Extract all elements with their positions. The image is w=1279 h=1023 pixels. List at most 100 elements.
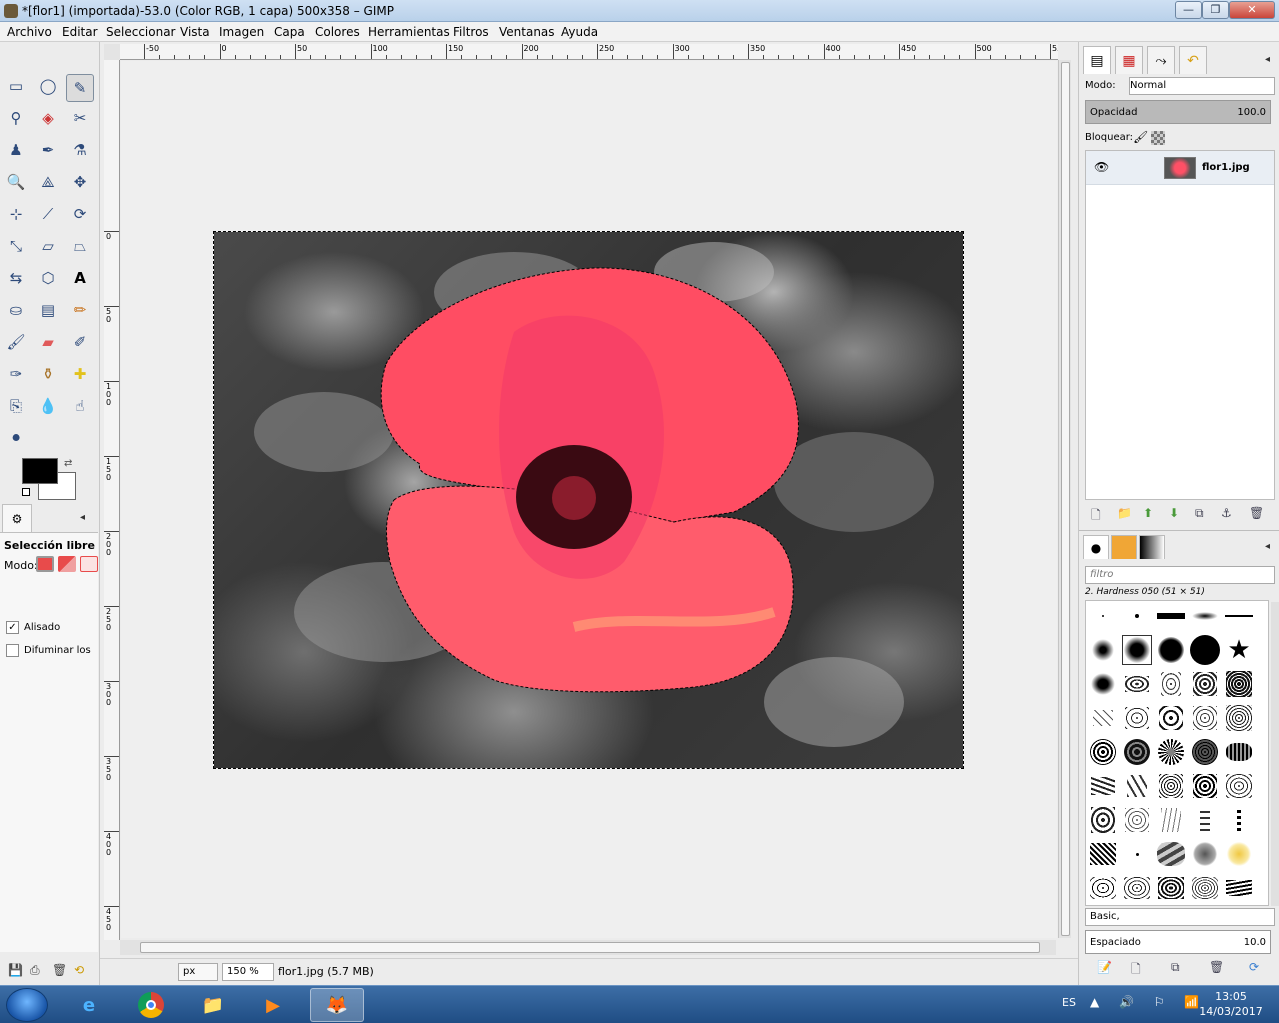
zoom-tool-icon[interactable]: 🔍	[4, 170, 28, 194]
perspective-tool-icon[interactable]: ⏢	[68, 234, 92, 258]
brush-item[interactable]	[1156, 873, 1186, 903]
gimp-taskbar-icon[interactable]: 🦊	[310, 988, 364, 1022]
close-button[interactable]: ✕	[1229, 1, 1275, 19]
gradients-tab-icon[interactable]	[1139, 535, 1165, 559]
delete-layer-icon[interactable]: 🗑	[1249, 506, 1264, 520]
mode-replace-icon[interactable]	[36, 556, 54, 572]
tool-options-menu-icon[interactable]: ◂	[80, 512, 85, 523]
brush-item[interactable]	[1156, 805, 1186, 835]
move-tool-icon[interactable]: ✥	[68, 170, 92, 194]
menu-seleccionar[interactable]: Seleccionar	[106, 25, 175, 39]
minimize-button[interactable]: —	[1175, 1, 1202, 19]
maximize-button[interactable]: ❐	[1202, 1, 1229, 19]
menu-ayuda[interactable]: Ayuda	[561, 25, 598, 39]
brush-item[interactable]	[1122, 703, 1152, 733]
file-explorer-icon[interactable]: 📁	[186, 988, 240, 1022]
edit-brush-icon[interactable]: 📝	[1097, 960, 1112, 974]
mode-subtract-icon[interactable]	[80, 556, 98, 572]
image-canvas[interactable]	[121, 61, 1057, 938]
text-tool-icon[interactable]: A	[68, 266, 92, 290]
brush-item[interactable]	[1088, 601, 1118, 631]
brush-item[interactable]	[1088, 805, 1118, 835]
brush-item[interactable]	[1224, 703, 1254, 733]
zoom-select[interactable]: 150 %	[222, 963, 274, 981]
menu-ventanas[interactable]: Ventanas	[499, 25, 555, 39]
paths-tool-icon[interactable]: ✒	[36, 138, 60, 162]
brush-item-selected[interactable]	[1122, 635, 1152, 665]
menu-capa[interactable]: Capa	[274, 25, 305, 39]
lock-pixels-icon[interactable]: 🖌	[1133, 130, 1148, 144]
brush-item[interactable]	[1190, 635, 1220, 665]
perspective-clone-tool-icon[interactable]: ⎘	[4, 394, 28, 418]
brush-item[interactable]	[1190, 737, 1220, 767]
delete-options-icon[interactable]: 🗑	[52, 963, 67, 977]
layer-name[interactable]: flor1.jpg	[1202, 162, 1250, 173]
menu-archivo[interactable]: Archivo	[7, 25, 52, 39]
vertical-ruler[interactable]: 0 50 100 150 200 250 300 350 400 450	[104, 60, 120, 940]
brush-item[interactable]	[1156, 737, 1186, 767]
brush-item[interactable]	[1224, 839, 1254, 869]
select-by-color-tool-icon[interactable]: ◈	[36, 106, 60, 130]
brush-item[interactable]	[1224, 805, 1254, 835]
media-player-icon[interactable]: ▶	[246, 988, 300, 1022]
lock-alpha-icon[interactable]	[1151, 131, 1165, 145]
menu-colores[interactable]: Colores	[315, 25, 360, 39]
new-layer-group-icon[interactable]: 📁	[1117, 506, 1132, 520]
color-picker-tool-icon[interactable]: ⚗	[68, 138, 92, 162]
anchor-layer-icon[interactable]: ⚓	[1221, 506, 1232, 520]
brush-item[interactable]	[1122, 805, 1152, 835]
ellipse-select-tool-icon[interactable]: ◯	[36, 74, 60, 98]
rect-select-tool-icon[interactable]: ▭	[4, 74, 28, 98]
vertical-scrollbar[interactable]	[1058, 60, 1071, 938]
paintbrush-tool-icon[interactable]: 🖌	[4, 330, 28, 354]
layer-mode-select[interactable]: Normal	[1129, 77, 1275, 95]
scissors-tool-icon[interactable]: ✂	[68, 106, 92, 130]
brush-item[interactable]	[1224, 873, 1254, 903]
brush-item[interactable]	[1156, 635, 1186, 665]
system-tray-icons[interactable]: ▲ 🔊 ⚐ 📶	[1090, 995, 1207, 1009]
refresh-brushes-icon[interactable]: ⟳	[1249, 960, 1259, 974]
brush-item[interactable]	[1088, 771, 1118, 801]
brush-preset-select[interactable]: Basic,	[1085, 908, 1275, 926]
brush-item[interactable]	[1190, 601, 1220, 631]
brush-grid-scrollbar[interactable]	[1271, 602, 1279, 906]
airbrush-tool-icon[interactable]: ✐	[68, 330, 92, 354]
new-brush-icon[interactable]: 🗋	[1131, 960, 1141, 981]
eraser-tool-icon[interactable]: ▰	[36, 330, 60, 354]
brush-item[interactable]	[1224, 737, 1254, 767]
chrome-icon[interactable]	[124, 988, 178, 1022]
spacing-slider[interactable]: Espaciado 10.0	[1085, 930, 1271, 954]
foreground-select-tool-icon[interactable]: ♟	[4, 138, 28, 162]
ink-tool-icon[interactable]: ✑	[4, 362, 28, 386]
brush-item[interactable]	[1156, 669, 1186, 699]
cage-transform-tool-icon[interactable]: ⬡	[36, 266, 60, 290]
blend-tool-icon[interactable]: ▤	[36, 298, 60, 322]
new-layer-icon[interactable]: 🗋	[1091, 506, 1101, 527]
clock[interactable]: 13:05 14/03/2017	[1196, 989, 1266, 1019]
crop-tool-icon[interactable]: ⟋	[36, 202, 60, 226]
antialias-checkbox[interactable]: ✓	[6, 621, 19, 634]
raise-layer-icon[interactable]: ⬆	[1143, 506, 1153, 520]
foreground-color-swatch[interactable]	[22, 458, 58, 484]
brush-item[interactable]	[1190, 703, 1220, 733]
brush-item[interactable]	[1190, 669, 1220, 699]
brush-item[interactable]	[1156, 771, 1186, 801]
brush-item[interactable]	[1088, 839, 1118, 869]
menu-herramientas[interactable]: Herramientas	[368, 25, 450, 39]
free-select-tool-icon[interactable]: ✎	[66, 74, 94, 102]
channels-tab-icon[interactable]: ▦	[1115, 46, 1143, 74]
brush-item[interactable]	[1088, 873, 1118, 903]
brush-item[interactable]	[1122, 737, 1152, 767]
brush-item[interactable]	[1190, 805, 1220, 835]
brush-item[interactable]	[1224, 771, 1254, 801]
brush-item[interactable]	[1156, 839, 1186, 869]
feather-checkbox[interactable]	[6, 644, 19, 657]
fuzzy-select-tool-icon[interactable]: ⚲	[4, 106, 28, 130]
brush-item[interactable]	[1122, 839, 1152, 869]
brush-item[interactable]	[1224, 669, 1254, 699]
brush-item[interactable]	[1190, 771, 1220, 801]
shear-tool-icon[interactable]: ▱	[36, 234, 60, 258]
brush-item[interactable]	[1088, 669, 1118, 699]
brush-item[interactable]	[1156, 703, 1186, 733]
brush-item[interactable]	[1224, 601, 1254, 631]
